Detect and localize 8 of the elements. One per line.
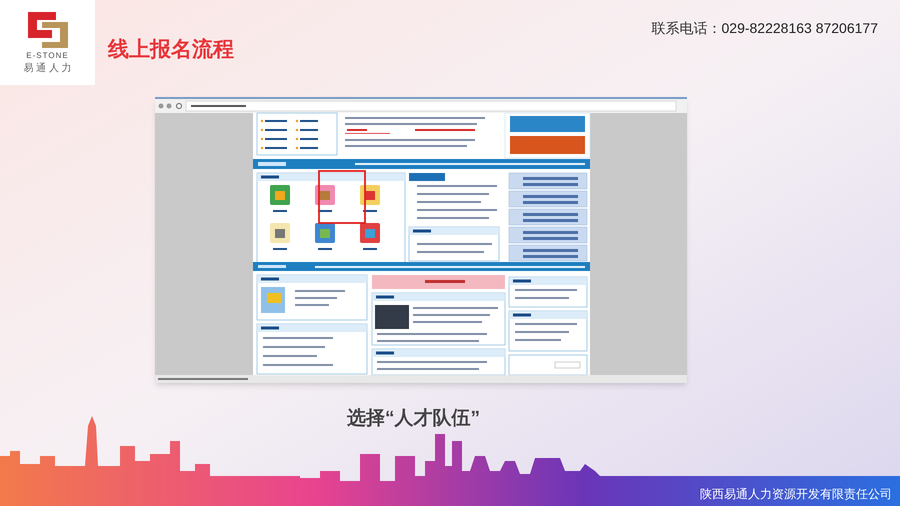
- footer-company: 陕西易通人力资源开发有限责任公司: [700, 486, 892, 503]
- logo-mark-icon: [28, 12, 68, 48]
- logo-tagline: 易 通 人 力: [23, 64, 72, 74]
- logo-brand: E-STONE: [26, 52, 69, 60]
- contact-label: 联系电话：: [652, 20, 722, 39]
- contact-phone: 029-82228163 87206177: [722, 19, 878, 38]
- slide-title: 线上报名流程: [108, 36, 234, 63]
- caption: 选择“人才队伍”: [347, 408, 480, 429]
